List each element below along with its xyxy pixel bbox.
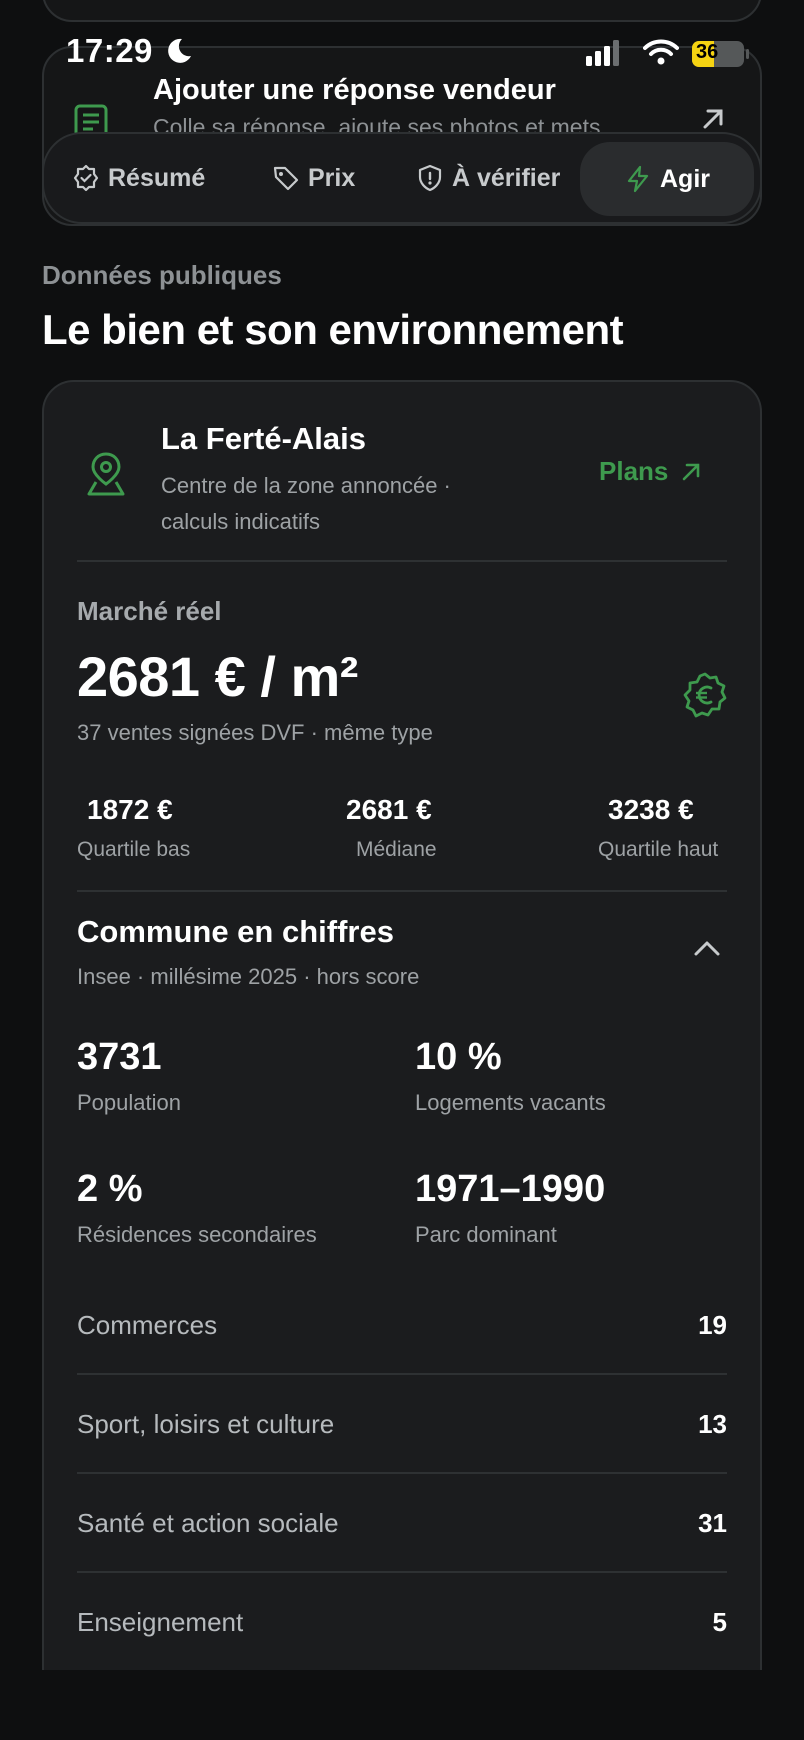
shield-alert-icon — [418, 164, 442, 192]
equipment-row-value: 13 — [698, 1409, 727, 1439]
vacant-housing-label: Logements vacants — [415, 1090, 606, 1115]
equipment-row-value: 19 — [698, 1310, 727, 1340]
equipment-row-label: Commerces — [77, 1310, 218, 1340]
arrow-up-right-icon[interactable] — [700, 106, 726, 132]
commune-subtitle: Insee · millésime 2025 · hors score — [77, 964, 420, 989]
vacant-housing-value: 10 % — [415, 1036, 502, 1078]
population-label: Population — [77, 1090, 181, 1115]
moon-icon — [168, 38, 191, 63]
quartile-low-label: Quartile bas — [77, 838, 191, 861]
commune-title[interactable]: Commune en chiffres — [77, 914, 394, 950]
bolt-icon — [627, 165, 649, 193]
section-tabbar: Résumé Prix À vérifier Agir — [42, 132, 762, 224]
seller-card-title: Ajouter une réponse vendeur — [153, 74, 556, 106]
quartile-high-label: Quartile haut — [598, 838, 719, 861]
population-value: 3731 — [77, 1036, 162, 1078]
tab-a-verifier[interactable]: À vérifier — [416, 134, 560, 222]
plans-label: Plans — [599, 456, 669, 486]
section-eyebrow: Données publiques — [42, 260, 282, 290]
tab-agir[interactable]: Agir — [580, 142, 754, 216]
chevron-up-icon[interactable] — [692, 938, 722, 958]
dominant-stock-value: 1971–1990 — [415, 1168, 606, 1210]
signal-icon — [586, 40, 619, 66]
euro-badge-icon — [683, 672, 727, 718]
battery-level: 36 — [696, 41, 719, 63]
location-name: La Ferté-Alais — [161, 421, 367, 456]
tag-icon — [273, 166, 299, 191]
equipment-row-value: 5 — [712, 1607, 727, 1637]
tab-prix-label: Prix — [308, 163, 356, 192]
arrow-up-right-icon — [683, 463, 700, 480]
quartile-low-value: 1872 € — [87, 794, 173, 825]
equipment-row-value: 31 — [698, 1508, 727, 1538]
market-price: 2681 € / m² — [77, 645, 358, 708]
tab-resume-label: Résumé — [108, 163, 206, 192]
tab-a-verifier-label: À vérifier — [452, 163, 561, 192]
quartile-high-value: 3238 € — [608, 794, 694, 825]
tab-agir-label: Agir — [660, 164, 710, 193]
shield-check-icon — [73, 164, 99, 192]
median-label: Médiane — [356, 838, 437, 861]
tab-prix[interactable]: Prix — [272, 134, 355, 222]
dominant-stock-label: Parc dominant — [415, 1222, 557, 1247]
divider — [77, 1472, 727, 1474]
divider — [77, 560, 727, 562]
seller-card-subtitle: Colle sa réponse, ajoute ses photos et m… — [153, 114, 601, 134]
equipment-row-label: Enseignement — [77, 1607, 244, 1637]
plans-link[interactable]: Plans — [599, 456, 702, 487]
divider — [77, 890, 727, 892]
previous-card — [42, 0, 762, 22]
tab-resume[interactable]: Résumé — [72, 134, 205, 222]
bottom-edge — [0, 1670, 804, 1740]
wifi-icon — [643, 39, 679, 65]
battery-indicator: 36 — [692, 40, 750, 68]
status-time: 17:29 — [66, 32, 153, 69]
market-label: Marché réel — [77, 596, 222, 626]
location-description: Centre de la zone annoncée · calculs ind… — [161, 473, 451, 534]
secondary-residences-label: Résidences secondaires — [77, 1222, 317, 1247]
median-value: 2681 € — [346, 794, 432, 825]
section-title: Le bien et son environnement — [42, 306, 624, 353]
secondary-residences-value: 2 % — [77, 1168, 143, 1210]
divider — [77, 1373, 727, 1375]
map-pin-icon — [87, 452, 125, 496]
market-subtitle: 37 ventes signées DVF · même type — [77, 720, 433, 745]
equipment-row-label: Santé et action sociale — [77, 1508, 339, 1538]
divider — [77, 1571, 727, 1573]
equipment-row-label: Sport, loisirs et culture — [77, 1409, 335, 1439]
